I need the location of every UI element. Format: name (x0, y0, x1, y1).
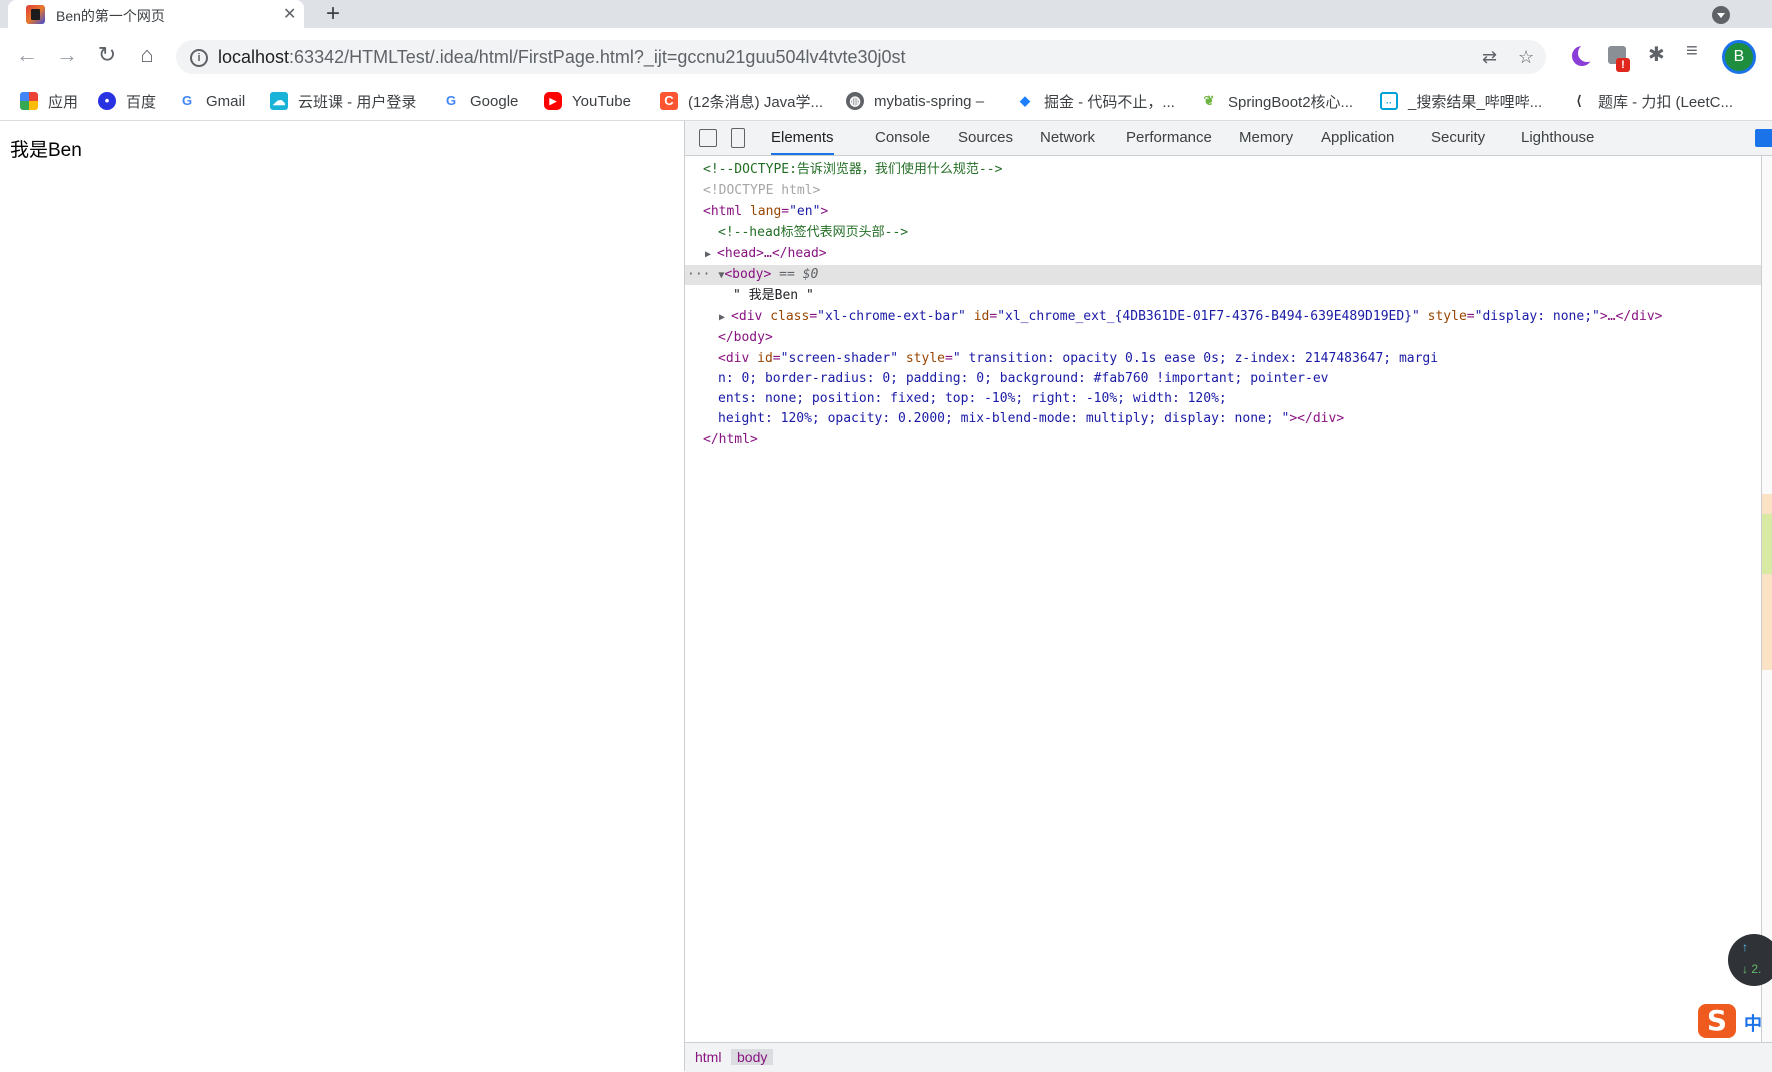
site-info-icon[interactable]: i (190, 49, 208, 67)
dom-doctype-line[interactable]: <!DOCTYPE html> (703, 181, 820, 201)
apps-grid-icon (20, 92, 38, 110)
media-controls-icon[interactable]: ≡ (1686, 40, 1698, 63)
tab-security[interactable]: Security (1431, 121, 1485, 155)
translate-icon[interactable]: ⇄ (1482, 47, 1497, 68)
tab-application[interactable]: Application (1321, 121, 1394, 155)
tab-console[interactable]: Console (875, 121, 930, 155)
dom-head-line[interactable]: ▶ <head>…</head> (705, 244, 827, 264)
box-model-padding (1762, 514, 1772, 574)
page-viewport: 我是Ben (0, 121, 684, 1071)
leetcode-icon: ⟨ (1570, 92, 1588, 110)
download-speed: ↓ 2. (1742, 962, 1762, 976)
tab-title: Ben的第一个网页 (56, 8, 165, 24)
devtools-tab-bar: Elements Console Sources Network Perform… (685, 121, 1772, 156)
youtube-icon: ▶ (544, 92, 562, 110)
reload-button[interactable]: ↻ (92, 40, 122, 70)
url-host: localhost (218, 47, 290, 67)
dom-comment-line[interactable]: <!--DOCTYPE:告诉浏览器，我们使用什么规范--> (703, 160, 1002, 180)
browser-tab-active[interactable]: Ben的第一个网页 ✕ (8, 0, 304, 28)
bookmark-youtube[interactable]: ▶ YouTube (544, 84, 631, 118)
bookmark-yunbanke[interactable]: ☁ 云班课 - 用户登录 (270, 84, 416, 118)
expand-triangle-icon[interactable]: ▶ (719, 312, 731, 323)
url-path: :63342/HTMLTest/.idea/html/FirstPage.htm… (289, 47, 906, 67)
intellij-favicon-icon (26, 5, 45, 24)
more-actions-icon[interactable]: ··· (687, 267, 710, 282)
bookmarks-bar: 应用 • 百度 G Gmail ☁ 云班课 - 用户登录 G Google ▶ YouTu… (0, 84, 1772, 121)
profile-avatar[interactable]: B (1722, 40, 1756, 74)
inspect-element-icon[interactable] (699, 129, 717, 147)
elements-tree: <!--DOCTYPE:告诉浏览器，我们使用什么规范--> <!DOCTYPE … (685, 156, 1763, 1042)
leaf-icon: ❦ (1200, 92, 1218, 110)
breadcrumb-body[interactable]: body (731, 1049, 774, 1065)
ime-widget[interactable]: S (1698, 1004, 1738, 1040)
box-model-margin (1762, 574, 1772, 670)
bookmark-csdn[interactable]: C (12条消息) Java学... (660, 84, 823, 118)
tab-performance[interactable]: Performance (1126, 121, 1212, 155)
dom-body-line-selected[interactable]: ··· ▼<body> == $0 (685, 265, 1761, 285)
address-bar[interactable]: i localhost:63342/HTMLTest/.idea/html/Fi… (176, 40, 1546, 74)
dom-style-continuation: height: 120%; opacity: 0.2000; mix-blend… (718, 411, 1345, 426)
csdn-c-icon: C (660, 92, 678, 110)
dom-div-ext-bar-line[interactable]: ▶ <div class="xl-chrome-ext-bar" id="xl_… (719, 307, 1662, 327)
breadcrumb-html[interactable]: html (695, 1049, 721, 1065)
forward-button[interactable]: → (52, 40, 82, 70)
globe-icon: ◍ (846, 92, 864, 110)
baidu-paw-icon: • (98, 92, 116, 110)
page-body-text: 我是Ben (10, 140, 82, 161)
devtools-messages-icon[interactable] (1755, 129, 1772, 147)
tab-lighthouse[interactable]: Lighthouse (1521, 121, 1594, 155)
google-g-icon: G (178, 92, 196, 110)
dom-style-continuation: n: 0; border-radius: 0; padding: 0; back… (718, 371, 1329, 386)
ime-mode-indicator[interactable]: 中 (1744, 1010, 1762, 1036)
new-tab-button[interactable]: + (326, 0, 340, 28)
dom-html-line[interactable]: <html lang="en"> (703, 202, 828, 222)
devtools-panel: Elements Console Sources Network Perform… (684, 121, 1772, 1072)
sogou-ime-icon: S (1698, 1004, 1736, 1038)
upload-arrow-icon: ↑ (1742, 940, 1748, 954)
dark-mode-extension-icon[interactable] (1572, 44, 1596, 66)
bilibili-icon: ·· (1380, 92, 1398, 110)
styles-pane-edge[interactable] (1761, 156, 1772, 1042)
extension-badge: ! (1616, 58, 1630, 72)
back-button[interactable]: ← (12, 40, 42, 70)
bookmark-springboot[interactable]: ❦ SpringBoot2核心... (1200, 84, 1353, 118)
box-model-margin (1762, 494, 1772, 514)
dom-comment-line[interactable]: <!--head标签代表网页头部--> (718, 223, 908, 243)
bookmark-star-icon[interactable]: ☆ (1518, 47, 1534, 68)
google-g-icon: G (442, 92, 460, 110)
tab-strip: Ben的第一个网页 ✕ + (0, 0, 1772, 28)
bookmark-bilibili[interactable]: ·· _搜索结果_哔哩哔... (1380, 84, 1542, 118)
dom-text-node[interactable]: " 我是Ben " (733, 286, 814, 306)
tab-memory[interactable]: Memory (1239, 121, 1293, 155)
home-button[interactable]: ⌂ (132, 40, 162, 70)
tab-close-icon[interactable]: ✕ (283, 4, 296, 24)
tab-network[interactable]: Network (1040, 121, 1095, 155)
bookmark-google[interactable]: G Google (442, 84, 518, 118)
tab-sources[interactable]: Sources (958, 121, 1013, 155)
cloud-class-icon: ☁ (270, 92, 288, 110)
dom-style-continuation: ents: none; position: fixed; top: -10%; … (718, 391, 1227, 406)
url-text[interactable]: localhost:63342/HTMLTest/.idea/html/Firs… (218, 47, 906, 68)
breadcrumb: html body (685, 1042, 1772, 1072)
tab-elements[interactable]: Elements (771, 121, 834, 155)
device-toolbar-icon[interactable] (731, 128, 745, 148)
bookmark-leetcode[interactable]: ⟨ 题库 - 力扣 (LeetC... (1570, 84, 1733, 118)
browser-toolbar: ← → ↻ ⌂ i localhost:63342/HTMLTest/.idea… (0, 28, 1772, 88)
network-speed-widget[interactable]: ↑ ↓ 2. (1728, 934, 1772, 986)
expand-triangle-icon[interactable]: ▶ (705, 249, 717, 260)
bookmark-juejin[interactable]: ◆ 掘金 - 代码不止，... (1016, 84, 1175, 118)
dom-html-close-line[interactable]: </html> (703, 430, 758, 450)
tab-search-icon[interactable] (1712, 6, 1730, 24)
bookmark-gmail[interactable]: G Gmail (178, 84, 245, 118)
juejin-icon: ◆ (1016, 92, 1034, 110)
bookmark-baidu[interactable]: • 百度 (98, 84, 156, 118)
bookmark-apps[interactable]: 应用 (20, 84, 78, 118)
bookmark-mybatis[interactable]: ◍ mybatis-spring – (846, 84, 984, 118)
dom-body-close-line[interactable]: </body> (718, 328, 773, 348)
dom-div-screen-shader-line[interactable]: <div id="screen-shader" style=" transiti… (718, 349, 1438, 369)
extensions-puzzle-icon[interactable]: ✱ (1648, 42, 1665, 67)
